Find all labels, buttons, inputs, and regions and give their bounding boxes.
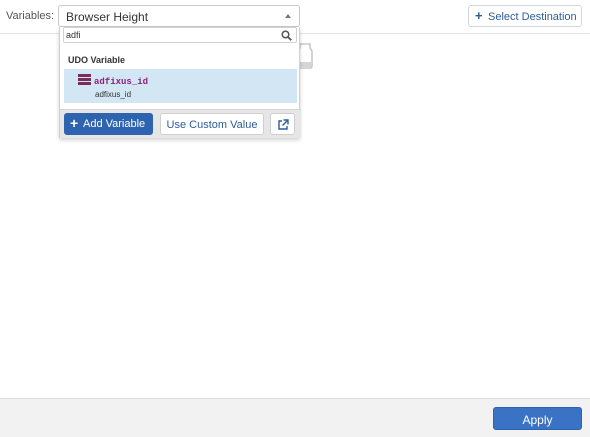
add-variable-label: Add Variable bbox=[83, 118, 146, 130]
external-link-button[interactable] bbox=[270, 113, 295, 135]
select-destination-label: Select Destination bbox=[488, 11, 577, 23]
caret-up-icon bbox=[285, 14, 291, 18]
use-custom-value-label: Use Custom Value bbox=[166, 119, 258, 131]
external-link-icon bbox=[278, 119, 289, 130]
database-icon bbox=[78, 74, 91, 87]
variable-option-adfixus-id[interactable]: adfixus_id adfixus_id bbox=[64, 69, 297, 103]
plus-icon: + bbox=[70, 115, 79, 131]
select-destination-button[interactable]: + Select Destination bbox=[468, 5, 582, 27]
variable-dropdown: UDO Variable adfixus_id adfixus_id + Add… bbox=[59, 27, 301, 138]
variable-mapping-panel: Variables: Browser Height + Select Desti… bbox=[0, 0, 590, 437]
apply-button[interactable]: Apply bbox=[493, 407, 582, 430]
variables-label: Variables: bbox=[6, 10, 55, 22]
option-name: adfixus_id bbox=[94, 77, 149, 87]
use-custom-value-button[interactable]: Use Custom Value bbox=[160, 113, 264, 135]
variable-search-field[interactable] bbox=[63, 27, 297, 43]
option-subtitle: adfixus_id bbox=[95, 90, 132, 99]
variable-search-input[interactable] bbox=[66, 29, 276, 41]
search-icon bbox=[281, 30, 292, 41]
add-variable-button[interactable]: + Add Variable bbox=[64, 113, 153, 135]
footer-bar: Apply bbox=[0, 398, 590, 437]
apply-label: Apply bbox=[522, 413, 553, 427]
group-label-udo-variable: UDO Variable bbox=[68, 55, 126, 65]
variable-select-value: Browser Height bbox=[66, 10, 149, 24]
dropdown-footer: + Add Variable Use Custom Value bbox=[60, 109, 301, 138]
variable-select[interactable]: Browser Height bbox=[58, 5, 300, 27]
plus-icon: + bbox=[475, 8, 483, 23]
